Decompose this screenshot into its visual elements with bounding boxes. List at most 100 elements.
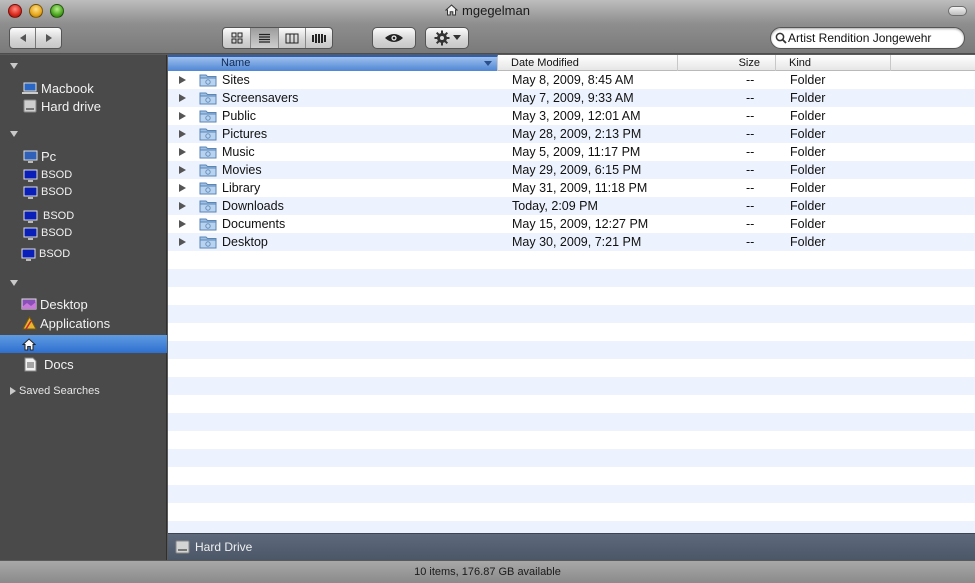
laptop-icon — [22, 81, 38, 95]
view-mode-buttons — [222, 27, 333, 49]
coverflow-view-button[interactable] — [304, 28, 332, 48]
file-name: Pictures — [222, 127, 268, 141]
file-date-modified: Today, 2:09 PM — [512, 199, 598, 213]
back-forward-buttons — [9, 27, 62, 49]
desktop-icon — [21, 297, 37, 311]
saved-searches-label: Saved Searches — [19, 385, 100, 397]
search-input[interactable] — [788, 31, 963, 45]
quick-look-button[interactable] — [372, 27, 416, 49]
column-header-date[interactable]: Date Modified — [498, 55, 678, 71]
disclosure-triangle-icon[interactable] — [179, 112, 186, 120]
action-menu-button[interactable] — [425, 27, 469, 49]
applications-icon — [21, 316, 37, 330]
status-text: 10 items, 176.87 GB available — [414, 566, 561, 578]
window-title: mgegelman — [0, 3, 975, 18]
file-size: -- — [746, 109, 755, 123]
column-header-name[interactable]: Name — [168, 55, 498, 71]
sidebar-item-label: Macbook — [41, 80, 94, 96]
disclosure-triangle-icon[interactable] — [179, 148, 186, 156]
bsod-monitor-icon — [22, 185, 38, 199]
desktop-folder-icon — [199, 236, 217, 249]
table-row[interactable]: Pictures May 28, 2009, 2:13 PM -- Folder — [168, 125, 975, 143]
file-name: Desktop — [222, 235, 268, 249]
file-name: Sites — [222, 73, 250, 87]
sidebar-item-label: Desktop — [40, 296, 88, 312]
back-arrow-icon — [19, 34, 26, 42]
table-row[interactable]: Desktop May 30, 2009, 7:21 PM -- Folder — [168, 233, 975, 251]
file-date-modified: May 30, 2009, 7:21 PM — [512, 235, 642, 249]
icon-view-button[interactable] — [223, 28, 250, 48]
empty-row — [168, 323, 975, 341]
table-row[interactable]: Downloads Today, 2:09 PM -- Folder — [168, 197, 975, 215]
sidebar-item-bsod-2[interactable]: BSOD — [0, 183, 167, 201]
empty-row — [168, 287, 975, 305]
window-title-text: mgegelman — [462, 3, 530, 18]
disclosure-triangle-icon[interactable] — [179, 202, 186, 210]
file-kind: Folder — [790, 73, 826, 87]
table-row[interactable]: Music May 5, 2009, 11:17 PM -- Folder — [168, 143, 975, 161]
table-row[interactable]: Screensavers May 7, 2009, 9:33 AM -- Folder — [168, 89, 975, 107]
disclosure-triangle-icon[interactable] — [179, 94, 186, 102]
sidebar-item-pc[interactable]: Pc — [0, 147, 167, 165]
hard-drive-icon — [22, 99, 38, 113]
column-view-icon — [285, 33, 299, 43]
sidebar-item-label: Applications — [40, 315, 111, 331]
file-kind: Folder — [790, 217, 826, 231]
list-view-button[interactable] — [250, 28, 278, 48]
file-size: -- — [746, 235, 755, 249]
sidebar-item-label: Hard drive — [41, 98, 101, 114]
disclosure-triangle-icon[interactable] — [179, 130, 186, 138]
coverflow-view-icon — [311, 33, 326, 43]
empty-row — [168, 503, 975, 521]
table-row[interactable]: Sites May 8, 2009, 8:45 AM -- Folder — [168, 71, 975, 89]
gear-icon — [434, 30, 449, 46]
sort-descending-icon — [484, 61, 492, 66]
sidebar-saved-searches[interactable]: Saved Searches — [10, 385, 100, 397]
file-name: Screensavers — [222, 91, 299, 105]
column-header-size[interactable]: Size — [678, 55, 776, 71]
devices-disclosure-triangle[interactable] — [10, 63, 18, 69]
disclosure-triangle-icon[interactable] — [179, 238, 186, 246]
empty-row — [168, 431, 975, 449]
disclosure-triangle-icon[interactable] — [179, 184, 186, 192]
sidebar-item-label: BSOD — [41, 169, 73, 181]
sidebar-item-hard-drive[interactable]: Hard drive — [0, 97, 167, 115]
disclosure-triangle-icon[interactable] — [179, 76, 186, 84]
toolbar: mgegelman — [0, 0, 975, 54]
disclosure-triangle-icon[interactable] — [179, 166, 186, 174]
table-row[interactable]: Movies May 29, 2009, 6:15 PM -- Folder — [168, 161, 975, 179]
table-row[interactable]: Documents May 15, 2009, 12:27 PM -- Folder — [168, 215, 975, 233]
path-bar-item[interactable]: Hard Drive — [195, 540, 252, 554]
disclosure-triangle-icon[interactable] — [179, 220, 186, 228]
back-button[interactable] — [10, 28, 35, 48]
sidebar-item-home[interactable] — [0, 335, 167, 353]
search-field[interactable] — [770, 27, 965, 49]
file-date-modified: May 29, 2009, 6:15 PM — [512, 163, 642, 177]
sidebar-item-macbook[interactable]: Macbook — [0, 79, 167, 97]
sidebar-item-label: Docs — [44, 356, 74, 372]
home-icon — [445, 4, 459, 16]
file-size: -- — [746, 163, 755, 177]
sidebar-item-desktop[interactable]: Desktop — [0, 295, 167, 313]
sidebar-item-bsod-1[interactable]: BSOD — [0, 166, 167, 184]
column-view-button[interactable] — [277, 28, 305, 48]
column-header: Name Date Modified Size Kind — [168, 55, 975, 71]
table-row[interactable]: Public May 3, 2009, 12:01 AM -- Folder — [168, 107, 975, 125]
sidebar-item-bsod-5[interactable]: BSOD — [0, 245, 167, 263]
sidebar-item-bsod-4[interactable]: BSOD — [0, 224, 167, 242]
bsod-monitor-icon — [22, 226, 38, 240]
sidebar-item-label: BSOD — [43, 210, 75, 222]
file-size: -- — [746, 145, 755, 159]
shared-disclosure-triangle[interactable] — [10, 131, 18, 137]
table-row[interactable]: Library May 31, 2009, 11:18 PM -- Folder — [168, 179, 975, 197]
forward-button[interactable] — [35, 28, 61, 48]
sidebar-item-docs[interactable]: Docs — [0, 355, 167, 373]
sidebar-item-applications[interactable]: Applications — [0, 314, 167, 332]
hard-drive-icon — [175, 540, 190, 554]
column-header-kind[interactable]: Kind — [776, 55, 891, 71]
toolbar-toggle-button[interactable] — [948, 6, 967, 16]
places-disclosure-triangle[interactable] — [10, 280, 18, 286]
file-rows: Sites May 8, 2009, 8:45 AM -- Folder Screens… — [168, 71, 975, 533]
sidebar-item-bsod-3[interactable]: BSOD — [0, 207, 167, 225]
empty-row — [168, 395, 975, 413]
